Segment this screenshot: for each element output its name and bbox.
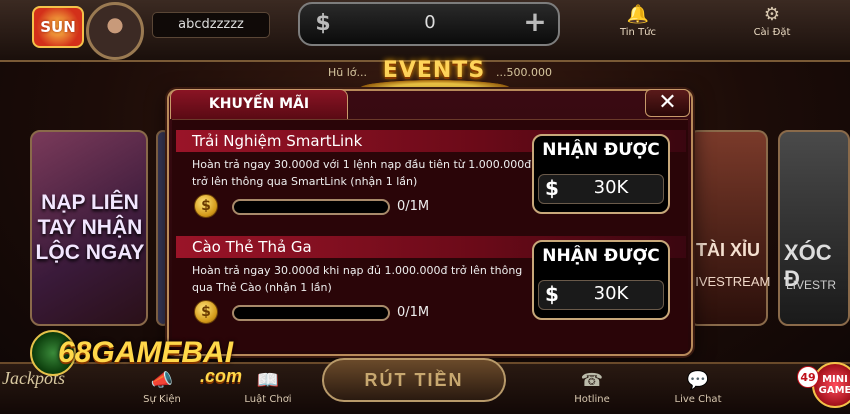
bell-icon: 🔔: [626, 4, 650, 25]
deposit-plus-button[interactable]: +: [520, 8, 550, 38]
xocdia-livestream-card[interactable]: [778, 130, 850, 326]
username-display: abcdzzzzz: [152, 12, 270, 38]
progress-text: 0/1M: [397, 305, 430, 320]
event-button[interactable]: 📣 Sự Kiện: [122, 364, 202, 414]
event-label: Sự Kiện: [143, 394, 181, 405]
avatar[interactable]: [86, 2, 144, 60]
reward-label: NHẬN ĐƯỢC: [542, 246, 660, 266]
progress-text: 0/1M: [397, 199, 430, 214]
taixiu-subtitle: LIVESTREAM: [688, 274, 771, 289]
gear-icon: ⚙: [763, 4, 781, 25]
jackpot-label: Hũ lớ...: [328, 66, 368, 79]
coin-icon: $: [194, 300, 218, 324]
hotline-button[interactable]: ☎ Hotline: [552, 364, 632, 414]
promo-title: Trải Nghiệm SmartLink: [192, 132, 363, 150]
promo-progress-bar: [232, 305, 390, 321]
notification-badge: 49: [797, 366, 819, 388]
chat-icon: 💬: [686, 370, 710, 391]
taixiu-livestream-card[interactable]: [688, 130, 768, 326]
dollar-icon: $: [545, 176, 559, 200]
news-button[interactable]: 🔔 Tin Tức: [588, 0, 688, 50]
coin-icon: $: [194, 194, 218, 218]
reward-label: NHẬN ĐƯỢC: [542, 140, 660, 160]
balance-value: 0: [424, 12, 436, 33]
hotline-label: Hotline: [574, 394, 610, 405]
settings-label: Cài Đặt: [753, 27, 791, 38]
tab-khuyen-mai[interactable]: KHUYẾN MÃI: [170, 89, 348, 119]
rules-label: Luật Chơi: [244, 394, 292, 405]
close-button[interactable]: ✕: [645, 89, 690, 117]
withdraw-button[interactable]: RÚT TIỀN: [322, 358, 506, 402]
mini-game-button[interactable]: MINI GAME: [812, 362, 850, 408]
sun-logo: SUN: [32, 6, 84, 48]
brand-watermark: 68GAMEBAI: [58, 336, 234, 369]
promo-description: Hoàn trả ngay 30.000đ với 1 lệnh nạp đầu…: [192, 158, 532, 188]
livechat-button[interactable]: 💬 Live Chat: [658, 364, 738, 414]
close-icon: ✕: [658, 90, 677, 115]
phone-icon: ☎: [580, 370, 604, 391]
dollar-icon: $: [315, 11, 331, 36]
dollar-icon: $: [545, 282, 559, 306]
events-title: EVENTS: [382, 58, 486, 83]
taixiu-title: TÀI XỈU: [695, 240, 760, 260]
news-label: Tin Tức: [619, 27, 657, 38]
deposit-promo-text: NẠP LIÊN TAY NHẬN LỘC NGAY: [35, 191, 145, 264]
promo-description: Hoàn trả ngay 30.000đ khi nạp đủ 1.000.0…: [192, 264, 523, 294]
livechat-label: Live Chat: [674, 394, 722, 405]
megaphone-icon: 📣: [150, 370, 174, 391]
promo-title: Cào Thẻ Thả Ga: [192, 238, 312, 256]
reward-amount: 30K: [593, 283, 629, 304]
settings-button[interactable]: ⚙ Cài Đặt: [722, 0, 822, 50]
jackpot-value: ...500.000: [496, 66, 552, 79]
promo-progress-bar: [232, 199, 390, 215]
reward-amount: 30K: [593, 177, 629, 198]
brand-watermark-domain: .com: [200, 366, 243, 386]
xocdia-subtitle: LIVESTR: [786, 278, 837, 292]
